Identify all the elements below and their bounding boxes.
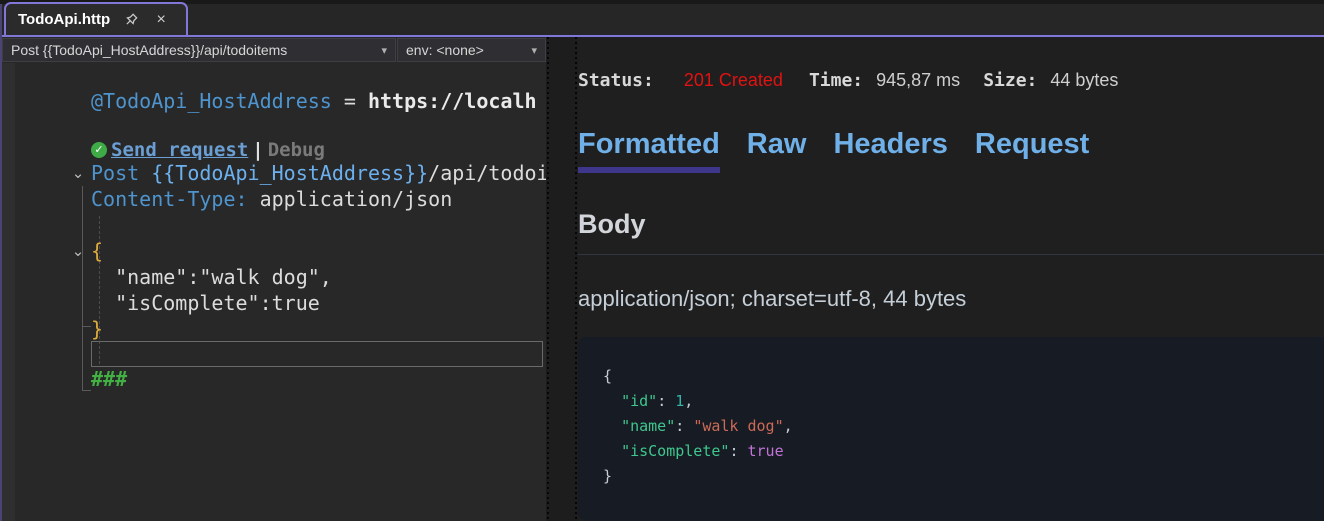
splitter-grip-dots xyxy=(547,37,549,521)
request-selector-value: Post {{TodoApi_HostAddress}}/api/todoite… xyxy=(11,42,287,58)
send-request-link[interactable]: Send request xyxy=(111,140,248,160)
tab-request[interactable]: Request xyxy=(975,127,1089,167)
tab-raw[interactable]: Raw xyxy=(747,127,807,167)
success-check-icon: ✓ xyxy=(91,142,107,158)
fold-chevron-icon[interactable]: ⌄ xyxy=(69,238,87,264)
editor-code-area[interactable]: @TodoApi_HostAddress = https://localh ✓S… xyxy=(2,63,546,521)
close-icon[interactable]: × xyxy=(152,11,170,29)
document-tab-title: TodoApi.http xyxy=(18,11,110,28)
environment-selector-dropdown[interactable]: env: <none> ▾ xyxy=(397,38,546,62)
time-label: Time: xyxy=(809,70,863,91)
fold-guide-line xyxy=(82,186,83,390)
variable-name: @TodoApi_HostAddress xyxy=(91,89,332,113)
http-method: Post xyxy=(91,161,151,185)
variable-url-value: https://localh xyxy=(368,89,537,113)
editor-line-variable: @TodoApi_HostAddress = https://localh xyxy=(91,88,537,114)
editor-pane: Post {{TodoApi_HostAddress}}/api/todoite… xyxy=(2,37,546,521)
splitter-grip-dots xyxy=(575,37,577,521)
size-value: 44 bytes xyxy=(1050,70,1118,91)
fold-guide-tick xyxy=(82,326,91,327)
fold-chevron-icon[interactable]: ⌄ xyxy=(69,160,87,186)
vs-http-client-window: TodoApi.http × Post {{TodoApi_HostAddres… xyxy=(0,0,1324,521)
chevron-down-icon: ▾ xyxy=(531,44,537,57)
document-tab-strip xyxy=(0,4,1324,35)
editor-json-name-line: "name":"walk dog", xyxy=(91,264,332,290)
editor-json-open-brace: { xyxy=(91,238,103,264)
codelens-row: ✓Send request|Debug xyxy=(91,140,325,160)
tab-headers[interactable]: Headers xyxy=(833,127,947,167)
request-delimiter: ### xyxy=(91,366,127,392)
request-selector-dropdown[interactable]: Post {{TodoApi_HostAddress}}/api/todoite… xyxy=(2,38,396,62)
tab-formatted[interactable]: Formatted xyxy=(578,127,720,173)
environment-selector-value: env: <none> xyxy=(406,42,484,58)
status-value: 201 Created xyxy=(684,70,783,91)
response-json-body: { "id": 1, "name": "walk dog", "isComple… xyxy=(578,337,1324,521)
time-value: 945,87 ms xyxy=(876,70,960,91)
host-variable-ref: {{TodoApi_HostAddress}} xyxy=(151,161,428,185)
request-path: /api/todoitems xyxy=(428,161,546,185)
chevron-down-icon: ▾ xyxy=(381,44,387,57)
current-line-highlight xyxy=(91,341,543,367)
response-content-type: application/json; charset=utf-8, 44 byte… xyxy=(578,286,966,312)
pane-splitter[interactable] xyxy=(546,37,578,521)
response-pane: Status: 201 Created Time: 945,87 ms Size… xyxy=(578,37,1324,521)
editor-json-iscomplete-line: "isComplete":true xyxy=(91,290,320,316)
response-status-row: Status: 201 Created Time: 945,87 ms Size… xyxy=(578,70,1118,91)
response-view-tabs: Formatted Raw Headers Request xyxy=(578,127,1089,173)
editor-line-content-type: Content-Type: application/json xyxy=(91,186,452,212)
section-divider xyxy=(578,254,1324,255)
pin-icon[interactable] xyxy=(122,11,140,29)
status-label: Status: xyxy=(578,70,654,91)
fold-guide-tick xyxy=(82,390,91,391)
size-label: Size: xyxy=(983,70,1037,91)
debug-link[interactable]: Debug xyxy=(268,140,325,160)
body-section-heading: Body xyxy=(578,209,646,240)
editor-line-request: Post {{TodoApi_HostAddress}}/api/todoite… xyxy=(91,160,546,186)
document-tab-todoapi[interactable]: TodoApi.http × xyxy=(4,2,188,35)
editor-json-close-brace: } xyxy=(91,316,103,342)
